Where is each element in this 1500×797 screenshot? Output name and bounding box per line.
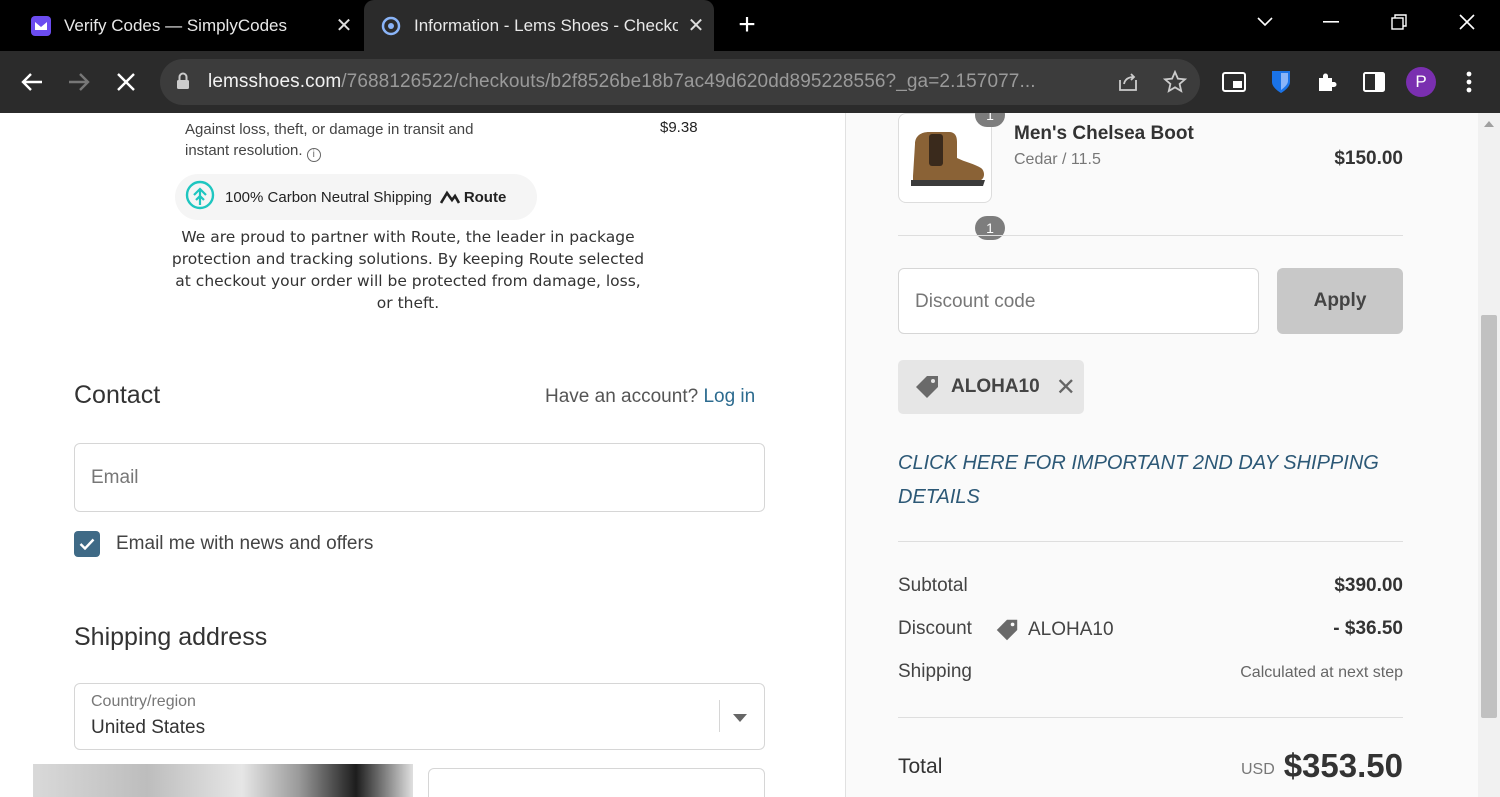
route-protection-description: Against loss, theft, or damage in transi… — [185, 121, 474, 162]
login-link[interactable]: Log in — [703, 386, 755, 407]
country-label: Country/region — [91, 693, 196, 710]
total-label: Total — [898, 755, 943, 778]
browser-toolbar: lemsshoes.com/7688126522/checkouts/b2f85… — [0, 51, 1500, 113]
applied-discount-code: ALOHA10 — [951, 376, 1040, 397]
scroll-up-arrow-icon[interactable] — [1484, 121, 1494, 127]
back-icon[interactable] — [15, 65, 49, 99]
tab-simplycodes[interactable]: Verify Codes — SimplyCodes ✕ — [0, 0, 362, 51]
checkmark-icon — [79, 538, 95, 550]
email-placeholder: Email — [91, 467, 139, 488]
shipping-address-heading: Shipping address — [74, 623, 268, 651]
page-scrollbar[interactable] — [1478, 113, 1500, 797]
order-summary: 1 Men's Chelsea Boot Cedar / 11.5 $150.0… — [845, 113, 1498, 797]
extensions-puzzle-icon[interactable] — [1312, 67, 1342, 97]
info-icon[interactable]: i — [306, 148, 321, 162]
discount-value: - $36.50 — [1333, 618, 1403, 639]
apply-discount-button[interactable]: Apply — [1277, 268, 1403, 334]
discount-placeholder: Discount code — [915, 291, 1036, 312]
discount-code-input[interactable]: Discount code — [898, 268, 1259, 334]
tab-title: Verify Codes — SimplyCodes — [64, 15, 287, 35]
route-protection-price: $9.38 — [660, 119, 698, 136]
product-price: $150.00 — [1334, 148, 1403, 169]
discount-code-tag: ALOHA10 — [994, 617, 1114, 643]
bookmark-star-icon[interactable] — [1162, 69, 1188, 94]
close-tab-icon[interactable]: ✕ — [326, 13, 362, 38]
simplycodes-icon — [30, 15, 52, 37]
minimize-icon[interactable] — [1306, 0, 1356, 44]
country-select[interactable]: Country/region United States — [74, 683, 765, 750]
scrollbar-thumb[interactable] — [1481, 315, 1497, 718]
route-logo-icon — [439, 190, 460, 204]
share-icon[interactable] — [1116, 70, 1140, 94]
bitwarden-shield-icon[interactable] — [1266, 67, 1296, 97]
applied-discount-chip: ALOHA10 ✕ — [898, 360, 1084, 414]
tab-strip: Verify Codes — SimplyCodes ✕ Information… — [0, 0, 1500, 51]
picture-in-picture-icon[interactable] — [1219, 67, 1249, 97]
contact-heading: Contact — [74, 381, 161, 409]
profile-avatar[interactable]: P — [1406, 67, 1436, 97]
loading-spinner-icon — [380, 15, 402, 37]
checkout-page: Against loss, theft, or damage in transi… — [0, 113, 1500, 797]
chelsea-boot-image — [911, 132, 985, 186]
forward-icon[interactable] — [62, 65, 96, 99]
last-name-field[interactable] — [428, 768, 765, 797]
lock-icon[interactable] — [176, 72, 190, 95]
shipping-value: Calculated at next step — [1240, 664, 1403, 681]
more-menu-icon[interactable] — [1454, 67, 1484, 97]
chevron-down-icon — [733, 714, 747, 722]
tab-title: Information - Lems Shoes - Checkout — [414, 15, 678, 35]
close-window-icon[interactable] — [1442, 0, 1492, 44]
product-name: Men's Chelsea Boot — [1014, 123, 1194, 144]
tag-icon — [996, 619, 1018, 641]
newsletter-label[interactable]: Email me with news and offers — [116, 533, 373, 555]
product-image — [898, 113, 992, 203]
quantity-badge: 1 — [975, 113, 1005, 127]
checkout-form-column: Against loss, theft, or damage in transi… — [0, 113, 845, 797]
new-tab-button[interactable]: + — [730, 8, 764, 42]
url-text[interactable]: lemsshoes.com/7688126522/checkouts/b2f85… — [208, 71, 1098, 93]
carbon-neutral-text: 100% Carbon Neutral Shipping — [225, 188, 432, 206]
product-variant: Cedar / 11.5 — [1014, 151, 1101, 168]
quantity-badge: 1 — [975, 216, 1005, 240]
discount-label: Discount — [898, 618, 972, 639]
shipping-details-link[interactable]: CLICK HERE FOR IMPORTANT 2ND DAY SHIPPIN… — [898, 446, 1408, 514]
total-currency: USD — [1241, 761, 1275, 778]
total-value: $353.50 — [1283, 747, 1403, 784]
tab-search-icon[interactable] — [1240, 0, 1290, 44]
route-tree-icon — [185, 180, 215, 215]
subtotal-value: $390.00 — [1334, 575, 1403, 596]
account-prompt: Have an account? Log in — [545, 386, 756, 407]
stop-loading-icon[interactable] — [109, 65, 143, 99]
side-panel-icon[interactable] — [1359, 67, 1389, 97]
tab-lems-checkout[interactable]: Information - Lems Shoes - Checkout ✕ — [364, 0, 714, 51]
subtotal-label: Subtotal — [898, 575, 968, 596]
newsletter-checkbox[interactable] — [74, 531, 100, 557]
remove-discount-icon[interactable]: ✕ — [1056, 373, 1076, 402]
route-partner-text: We are proud to partner with Route, the … — [171, 228, 645, 312]
carbon-neutral-badge: 100% Carbon Neutral Shipping Route — [175, 174, 537, 220]
shipping-label: Shipping — [898, 661, 972, 682]
country-value: United States — [91, 717, 206, 738]
webcam-overlay-image — [33, 764, 413, 797]
close-tab-icon[interactable]: ✕ — [678, 13, 714, 38]
restore-icon[interactable] — [1374, 0, 1424, 44]
route-logo: Route — [439, 189, 506, 206]
tag-icon — [916, 376, 938, 398]
email-field[interactable]: Email — [74, 443, 765, 512]
address-bar[interactable]: lemsshoes.com/7688126522/checkouts/b2f85… — [160, 59, 1200, 105]
